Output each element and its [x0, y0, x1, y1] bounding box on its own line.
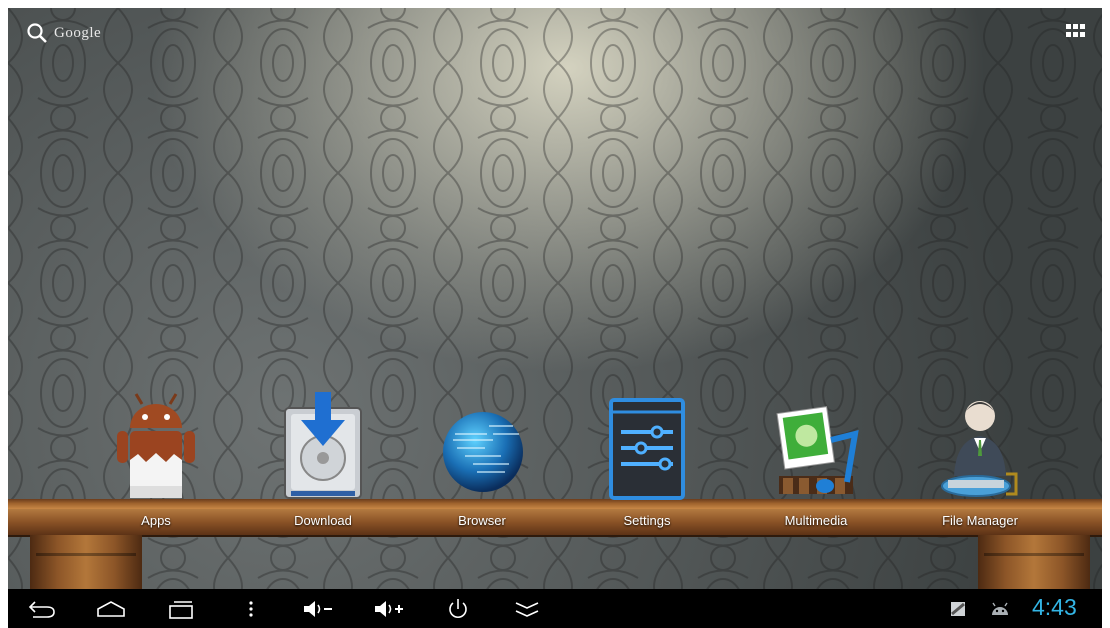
dock-label: Download	[294, 513, 352, 528]
dock-label: Apps	[141, 513, 171, 528]
screenshot-notification-icon[interactable]	[946, 589, 970, 628]
dock-item-apps[interactable]: Apps	[96, 390, 216, 530]
all-apps-icon[interactable]	[1066, 24, 1086, 40]
dock-item-file-manager[interactable]: File Manager	[920, 390, 1040, 530]
dock-item-multimedia[interactable]: Multimedia	[756, 390, 876, 530]
usb-debugging-icon[interactable]	[988, 589, 1012, 628]
back-icon[interactable]	[22, 589, 62, 628]
shelf-bracket-left	[30, 535, 142, 589]
search-label: Google	[54, 24, 102, 41]
shelf-bracket-right	[978, 535, 1090, 589]
dock-item-browser[interactable]: Browser	[422, 390, 542, 530]
home-icon[interactable]	[91, 589, 131, 628]
android-screen: Google Apps Download Browser Settings Mu…	[0, 0, 1110, 628]
volume-down-icon[interactable]	[298, 589, 338, 628]
power-icon[interactable]	[438, 589, 478, 628]
menu-icon[interactable]	[231, 589, 271, 628]
status-clock: 4:43	[1032, 594, 1077, 620]
dock-label: Settings	[623, 513, 671, 528]
photo-music-icon	[776, 406, 859, 494]
android-kitkat-icon	[117, 393, 195, 498]
businessman-folder-icon	[941, 401, 1018, 497]
volume-up-icon[interactable]	[369, 589, 409, 628]
dock-label: File Manager	[942, 513, 1018, 528]
dock-label: Browser	[458, 513, 506, 528]
google-search-bar[interactable]: Google	[26, 22, 101, 44]
download-drive-icon	[284, 392, 362, 499]
sliders-icon	[609, 398, 685, 500]
home-wallpaper: Google Apps Download Browser Settings Mu…	[8, 8, 1102, 589]
dock-item-download[interactable]: Download	[263, 390, 383, 530]
navigation-bar: 4:43	[8, 589, 1102, 628]
dock-item-settings[interactable]: Settings	[587, 390, 707, 530]
hide-bar-icon[interactable]	[507, 589, 547, 628]
globe-icon	[443, 412, 523, 492]
recents-icon[interactable]	[161, 589, 201, 628]
search-icon	[27, 23, 47, 43]
dock-label: Multimedia	[784, 513, 848, 528]
